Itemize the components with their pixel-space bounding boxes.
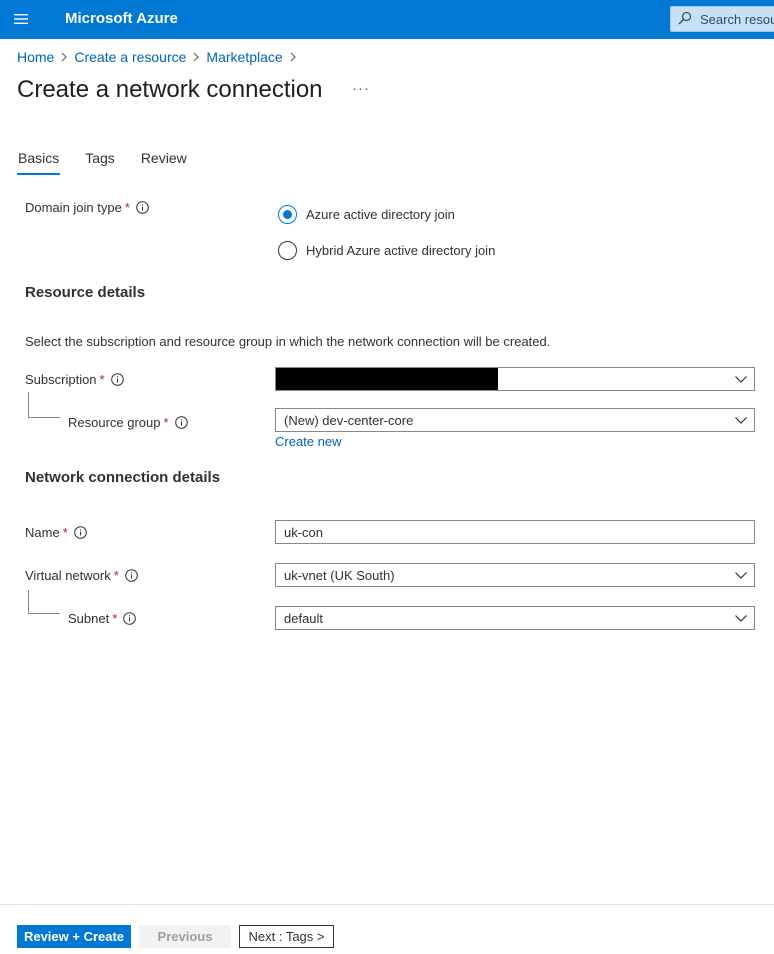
footer-divider (0, 904, 774, 905)
resource-group-label-text: Resource group (68, 415, 161, 430)
info-icon[interactable] (73, 525, 88, 540)
virtual-network-label-text: Virtual network (25, 568, 111, 583)
subscription-label-text: Subscription (25, 372, 97, 387)
previous-button[interactable]: Previous (139, 925, 231, 948)
review-create-button[interactable]: Review + Create (17, 925, 131, 948)
network-details-heading: Network connection details (25, 469, 221, 486)
next-tags-button[interactable]: Next : Tags > (239, 925, 334, 948)
tree-connector (28, 590, 60, 614)
required-marker: * (62, 525, 68, 540)
chevron-down-icon (734, 568, 748, 582)
info-icon[interactable] (136, 200, 150, 215)
radio-azure-ad-join[interactable]: Azure active directory join (278, 205, 455, 224)
subscription-dropdown[interactable] (275, 367, 755, 391)
required-marker: * (113, 568, 119, 583)
info-icon[interactable] (125, 568, 139, 583)
radio-button[interactable] (278, 241, 297, 260)
subnet-dropdown[interactable]: default (275, 606, 755, 630)
chevron-down-icon (734, 611, 748, 625)
subnet-label-text: Subnet (68, 611, 110, 626)
more-options-button[interactable]: ··· (352, 80, 370, 97)
menu-icon[interactable] (8, 7, 34, 31)
breadcrumb-create-resource[interactable]: Create a resource (74, 49, 186, 65)
search-input[interactable]: Search resou (670, 6, 774, 32)
redacted-block (276, 368, 498, 390)
chevron-down-icon (734, 413, 748, 427)
info-icon[interactable] (123, 611, 137, 626)
page-title: Create a network connection (17, 76, 323, 103)
subnet-label: Subnet * (68, 611, 137, 626)
info-icon[interactable] (174, 415, 189, 430)
breadcrumb-home[interactable]: Home (17, 49, 54, 65)
resource-group-dropdown[interactable]: (New) dev-center-core (275, 408, 755, 432)
virtual-network-label: Virtual network * (25, 568, 139, 583)
virtual-network-dropdown[interactable]: uk-vnet (UK South) (275, 563, 755, 587)
search-icon (678, 11, 694, 27)
radio-label: Hybrid Azure active directory join (306, 243, 496, 258)
subnet-value: default (284, 610, 324, 626)
name-label-text: Name (25, 525, 60, 540)
subscription-label: Subscription * (25, 372, 125, 387)
brand-title[interactable]: Microsoft Azure (65, 10, 178, 27)
radio-label: Azure active directory join (306, 207, 455, 222)
tab-bar: Basics Tags Review (16, 150, 213, 175)
tree-connector (28, 392, 60, 418)
resource-group-value: (New) dev-center-core (284, 412, 414, 428)
resource-group-label: Resource group * (68, 415, 189, 430)
tab-review[interactable]: Review (141, 150, 187, 175)
info-icon[interactable] (110, 372, 125, 387)
virtual-network-value: uk-vnet (UK South) (284, 567, 395, 583)
chevron-right-icon (283, 52, 303, 62)
radio-button-selected[interactable] (278, 205, 297, 224)
breadcrumb: Home Create a resource Marketplace (17, 49, 303, 65)
search-placeholder: Search resou (700, 11, 774, 27)
domain-join-label-text: Domain join type (25, 200, 122, 215)
chevron-right-icon (186, 52, 206, 62)
chevron-down-icon (734, 372, 748, 386)
resource-details-heading: Resource details (25, 284, 146, 301)
resource-details-description: Select the subscription and resource gro… (25, 334, 551, 349)
breadcrumb-marketplace[interactable]: Marketplace (206, 49, 282, 65)
domain-join-label: Domain join type * (25, 200, 150, 215)
required-marker: * (124, 200, 130, 215)
name-value: uk-con (284, 524, 324, 540)
required-marker: * (112, 611, 118, 626)
required-marker: * (163, 415, 169, 430)
tab-basics[interactable]: Basics (16, 150, 61, 175)
chevron-right-icon (54, 52, 74, 62)
tab-tags[interactable]: Tags (85, 150, 115, 175)
create-new-link[interactable]: Create new (275, 434, 341, 449)
required-marker: * (99, 372, 105, 387)
name-input[interactable]: uk-con (275, 520, 755, 544)
name-label: Name * (25, 525, 88, 540)
radio-hybrid-ad-join[interactable]: Hybrid Azure active directory join (278, 241, 495, 260)
top-bar: Microsoft Azure Search resou (0, 0, 774, 39)
